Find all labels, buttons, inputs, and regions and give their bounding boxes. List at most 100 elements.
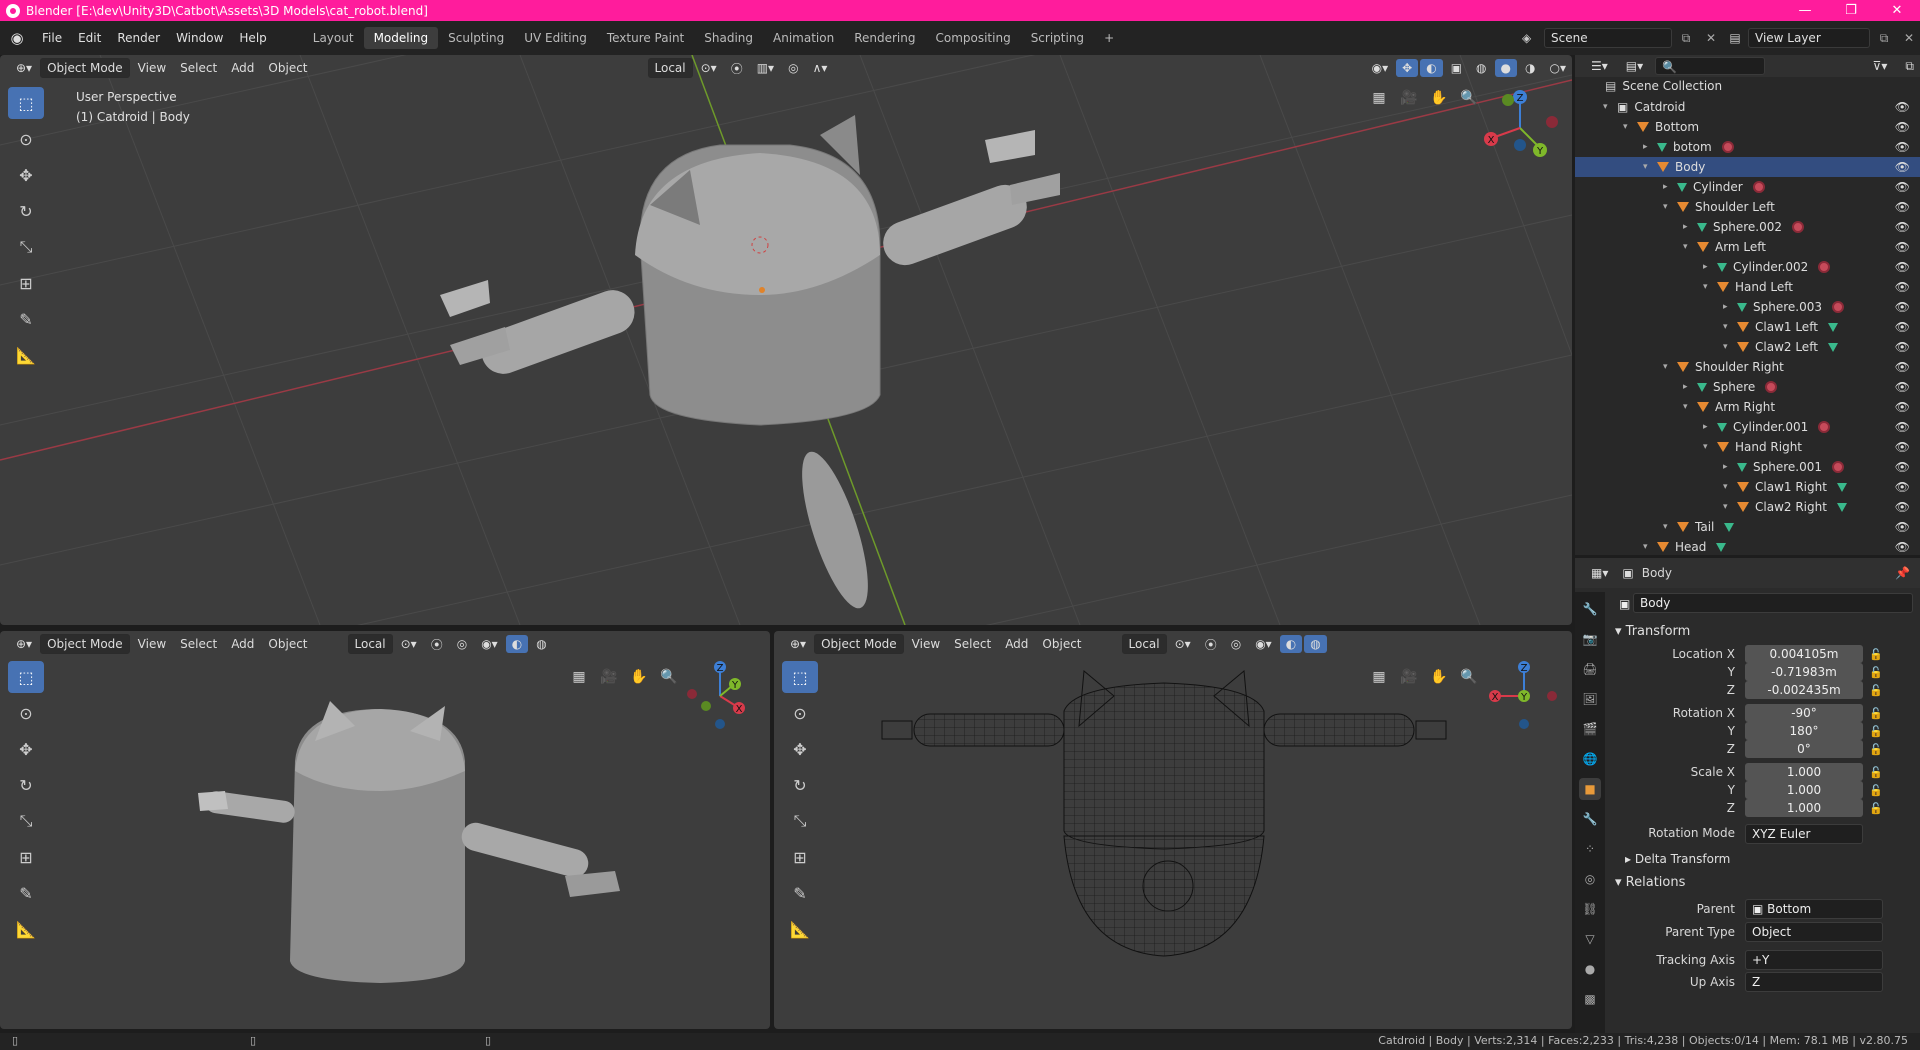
location-z-field[interactable]: -0.002435m bbox=[1745, 681, 1863, 699]
visibility-eye-icon[interactable]: 👁 bbox=[1895, 420, 1910, 434]
visibility-eye-icon[interactable]: 👁 bbox=[1895, 400, 1910, 414]
tab-uv-editing[interactable]: UV Editing bbox=[514, 27, 597, 49]
delta-transform-toggle[interactable]: ▸ Delta Transform bbox=[1625, 852, 1730, 866]
visibility-eye-icon[interactable]: 👁 bbox=[1895, 240, 1910, 254]
texture-tab-icon[interactable]: ▩ bbox=[1579, 988, 1601, 1010]
outliner-item[interactable]: ▾ Claw2 Right 👁 bbox=[1575, 497, 1920, 517]
navigation-gizmo[interactable]: Z Y X bbox=[1480, 80, 1560, 170]
data-tab-icon[interactable]: ▽ bbox=[1579, 928, 1601, 950]
scale-z-field[interactable]: 1.000 bbox=[1745, 799, 1863, 817]
expand-toggle-icon[interactable]: ▸ bbox=[1723, 302, 1737, 312]
maximize-button[interactable]: ❐ bbox=[1828, 3, 1874, 18]
visibility-eye-icon[interactable]: 👁 bbox=[1895, 280, 1910, 294]
expand-toggle-icon[interactable]: ▾ bbox=[1663, 362, 1677, 372]
mode-dropdown[interactable]: Object Mode bbox=[40, 634, 130, 654]
new-collection-icon[interactable]: ⧉ bbox=[1899, 57, 1920, 76]
orientation-dropdown[interactable]: Local bbox=[1121, 634, 1167, 654]
solid-shading-icon[interactable]: ● bbox=[1494, 59, 1518, 77]
visibility-icon[interactable]: ◉▾ bbox=[1249, 635, 1278, 653]
outliner-editor-type-icon[interactable]: ☰▾ bbox=[1585, 57, 1614, 75]
annotate-tool-icon[interactable]: ✎ bbox=[8, 877, 44, 909]
falloff-icon[interactable]: ∧▾ bbox=[807, 59, 834, 77]
pivot-icon[interactable]: ⊙▾ bbox=[395, 635, 423, 653]
visibility-eye-icon[interactable]: 👁 bbox=[1895, 120, 1910, 134]
scale-tool-icon[interactable]: ⤡ bbox=[782, 805, 818, 837]
measure-tool-icon[interactable]: 📐 bbox=[782, 913, 818, 945]
menu-view[interactable]: View bbox=[132, 635, 172, 653]
snap-icon[interactable]: ⦿ bbox=[725, 58, 749, 79]
close-button[interactable]: ✕ bbox=[1874, 3, 1920, 18]
outliner-item[interactable]: ▾ Shoulder Right 👁 bbox=[1575, 357, 1920, 377]
menu-view[interactable]: View bbox=[132, 59, 172, 77]
remove-scene-icon[interactable]: ✕ bbox=[1700, 31, 1722, 45]
zoom-view-icon[interactable]: 🔍 bbox=[1456, 85, 1482, 111]
outliner-scene-collection[interactable]: ▤ Scene Collection bbox=[1575, 76, 1920, 96]
expand-toggle-icon[interactable]: ▸ bbox=[1683, 382, 1697, 392]
editor-type-icon[interactable]: ⊕▾ bbox=[10, 635, 38, 653]
tab-rendering[interactable]: Rendering bbox=[844, 27, 925, 49]
particles-tab-icon[interactable]: ⁘ bbox=[1579, 838, 1601, 860]
expand-toggle-icon[interactable]: ▸ bbox=[1663, 182, 1677, 192]
location-y-field[interactable]: -0.71983m bbox=[1745, 663, 1863, 681]
navigation-gizmo[interactable]: Z X Y bbox=[1484, 656, 1564, 736]
rotate-tool-icon[interactable]: ↻ bbox=[782, 769, 818, 801]
tab-layout[interactable]: Layout bbox=[303, 27, 364, 49]
menu-select[interactable]: Select bbox=[948, 635, 997, 653]
parent-field[interactable]: ▣ Bottom bbox=[1745, 899, 1883, 919]
modifier-tab-icon[interactable]: 🔧 bbox=[1579, 808, 1601, 830]
visibility-eye-icon[interactable]: 👁 bbox=[1895, 260, 1910, 274]
scale-tool-icon[interactable]: ⤡ bbox=[8, 805, 44, 837]
toggle-camera-view-icon[interactable]: ▦ bbox=[1366, 85, 1392, 111]
move-tool-icon[interactable]: ✥ bbox=[8, 733, 44, 765]
visibility-eye-icon[interactable]: 👁 bbox=[1895, 460, 1910, 474]
outliner-item[interactable]: ▾ Tail 👁 bbox=[1575, 517, 1920, 537]
display-mode-icon[interactable]: ▤▾ bbox=[1620, 57, 1649, 75]
cursor-tool-icon[interactable]: ⊙ bbox=[8, 123, 44, 155]
toggle-camera-view-icon[interactable]: ▦ bbox=[566, 664, 592, 690]
pan-view-icon[interactable]: ✋ bbox=[626, 664, 652, 690]
navigation-gizmo[interactable]: Z X Y bbox=[680, 656, 760, 736]
menu-help[interactable]: Help bbox=[231, 31, 274, 45]
wireframe-shading-icon[interactable]: ◍ bbox=[1304, 635, 1327, 653]
wireframe-shading-icon[interactable]: ◍ bbox=[530, 635, 552, 653]
toggle-camera-view-icon[interactable]: ▦ bbox=[1366, 664, 1392, 690]
world-tab-icon[interactable]: 🌐 bbox=[1579, 748, 1601, 770]
menu-edit[interactable]: Edit bbox=[70, 31, 109, 45]
expand-toggle-icon[interactable]: ▾ bbox=[1723, 322, 1737, 332]
rotation-mode-dropdown[interactable]: XYZ Euler bbox=[1745, 824, 1863, 844]
blender-menu-icon[interactable]: ◉ bbox=[0, 29, 34, 47]
xray-icon[interactable]: ▣ bbox=[1445, 59, 1468, 77]
outliner-item[interactable]: ▸ Sphere.001 👁 bbox=[1575, 457, 1920, 477]
pivot-icon[interactable]: ⊙▾ bbox=[1169, 635, 1197, 653]
outliner-item[interactable]: ▾ Claw1 Right 👁 bbox=[1575, 477, 1920, 497]
expand-toggle-icon[interactable]: ▾ bbox=[1643, 542, 1657, 552]
menu-file[interactable]: File bbox=[34, 31, 70, 45]
view-layer-icon[interactable]: ▤ bbox=[1722, 31, 1748, 45]
measure-tool-icon[interactable]: 📐 bbox=[8, 913, 44, 945]
transform-section-toggle[interactable]: ▾ Transform bbox=[1615, 624, 1690, 639]
expand-toggle-icon[interactable]: ▸ bbox=[1643, 142, 1657, 152]
location-x-field[interactable]: 0.004105m bbox=[1745, 645, 1863, 663]
constraints-tab-icon[interactable]: ⛓ bbox=[1579, 898, 1601, 920]
outliner-item[interactable]: ▾ Arm Left 👁 bbox=[1575, 237, 1920, 257]
expand-toggle-icon[interactable]: ▾ bbox=[1723, 342, 1737, 352]
scene-field[interactable]: Scene bbox=[1544, 28, 1672, 48]
outliner-item[interactable]: ▾ Claw2 Left 👁 bbox=[1575, 337, 1920, 357]
overlay-icon[interactable]: ◐ bbox=[1420, 59, 1443, 77]
overlay-icon[interactable]: ◐ bbox=[505, 635, 529, 653]
visibility-eye-icon[interactable]: 👁 bbox=[1895, 320, 1910, 334]
overlay-icon[interactable]: ◐ bbox=[1279, 635, 1303, 653]
select-box-tool-icon[interactable]: ⬚ bbox=[8, 87, 44, 119]
expand-toggle-icon[interactable]: ▾ bbox=[1703, 442, 1717, 452]
proportional-edit-icon[interactable]: ◎ bbox=[451, 635, 473, 653]
mode-dropdown[interactable]: Object Mode bbox=[40, 58, 130, 78]
minimize-button[interactable]: — bbox=[1782, 3, 1828, 18]
menu-object[interactable]: Object bbox=[262, 59, 313, 77]
new-view-layer-icon[interactable]: ⧉ bbox=[1870, 31, 1898, 46]
camera-view-icon[interactable]: 🎥 bbox=[596, 664, 622, 690]
menu-object[interactable]: Object bbox=[262, 635, 313, 653]
bottom-left-viewport[interactable]: ⊕▾ Object Mode View Select Add Object Lo… bbox=[0, 631, 770, 1029]
tab-animation[interactable]: Animation bbox=[763, 27, 844, 49]
scale-y-field[interactable]: 1.000 bbox=[1745, 781, 1863, 799]
visibility-eye-icon[interactable]: 👁 bbox=[1895, 500, 1910, 514]
